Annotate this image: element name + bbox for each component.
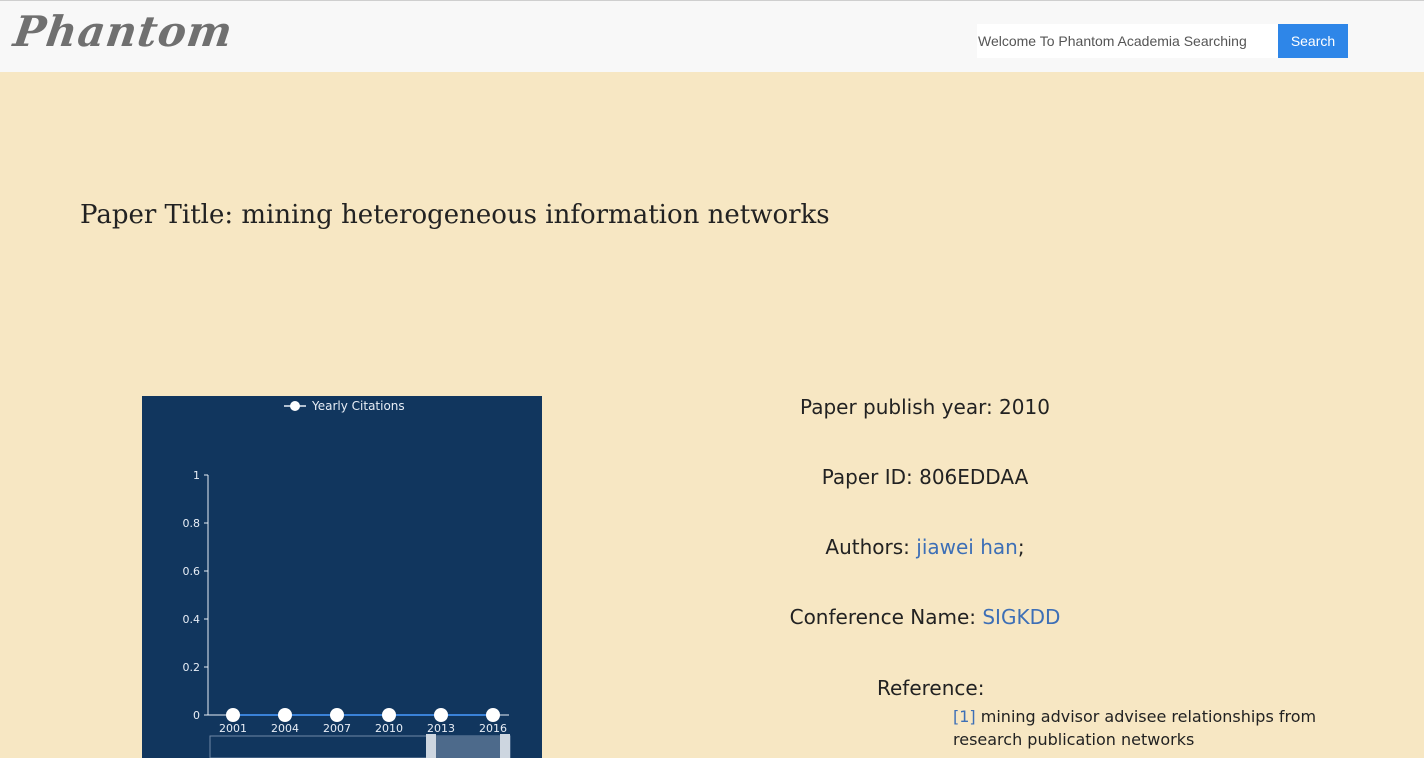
- conference-link[interactable]: SIGKDD: [982, 605, 1060, 629]
- series-layer: [226, 708, 500, 722]
- paper-title: Paper Title: mining heterogeneous inform…: [80, 200, 830, 230]
- chart-legend[interactable]: Yearly Citations: [284, 399, 405, 413]
- zoom-handle-left[interactable]: [426, 734, 436, 758]
- x-tick-label: 2001: [219, 722, 247, 735]
- phantom-logo[interactable]: Phantom: [11, 7, 237, 56]
- x-tick-label: 2013: [427, 722, 455, 735]
- x-tick-label: 2007: [323, 722, 351, 735]
- publish-year: Paper publish year: 2010: [800, 395, 1050, 419]
- chart-canvas: Yearly Citations 0 0.2 0.4 0.6 0.8 1 2001 2004…: [183, 399, 511, 758]
- reference-index[interactable]: [1]: [953, 707, 976, 726]
- x-tick-label: 2004: [271, 722, 299, 735]
- data-point: [382, 708, 396, 722]
- y-tick-label: 0.4: [183, 613, 201, 626]
- data-point: [278, 708, 292, 722]
- data-point: [486, 708, 500, 722]
- author-link[interactable]: jiawei han: [916, 535, 1018, 559]
- conference-row: Conference Name: SIGKDD: [620, 605, 1230, 629]
- x-tick-label: 2016: [479, 722, 507, 735]
- top-navbar: Phantom Search: [0, 0, 1424, 72]
- zoom-window[interactable]: [427, 736, 509, 758]
- legend-label: Yearly Citations: [311, 399, 405, 413]
- y-axis: 0 0.2 0.4 0.6 0.8 1: [183, 469, 209, 722]
- data-point: [434, 708, 448, 722]
- search-input[interactable]: [977, 24, 1278, 58]
- conference-label: Conference Name:: [789, 605, 976, 629]
- zoom-handle-right[interactable]: [500, 734, 510, 758]
- reference-item: [1] mining advisor advisee relationships…: [953, 705, 1333, 751]
- reference-heading: Reference:: [877, 676, 985, 700]
- y-tick-label: 0.6: [183, 565, 201, 578]
- yearly-citations-chart: Yearly Citations 0 0.2 0.4 0.6 0.8 1 2001 2004…: [142, 396, 542, 758]
- data-zoom-slider[interactable]: [209, 734, 511, 758]
- paper-id: Paper ID: 806EDDAA: [821, 465, 1029, 489]
- y-tick-label: 0: [193, 709, 200, 722]
- x-tick-label: 2010: [375, 722, 403, 735]
- data-point: [330, 708, 344, 722]
- authors-label: Authors:: [825, 535, 910, 559]
- y-tick-label: 0.8: [183, 517, 201, 530]
- legend-marker-icon: [290, 401, 300, 411]
- author-separator: ;: [1017, 535, 1025, 559]
- y-tick-label: 1: [193, 469, 200, 482]
- authors-row: Authors: jiawei han;: [620, 535, 1230, 559]
- data-point: [226, 708, 240, 722]
- y-tick-label: 0.2: [183, 661, 201, 674]
- x-axis: 2001 2004 2007 2010 2013 2016: [208, 714, 509, 735]
- reference-title[interactable]: mining advisor advisee relationships fro…: [953, 707, 1316, 749]
- search-button[interactable]: Search: [1278, 24, 1348, 58]
